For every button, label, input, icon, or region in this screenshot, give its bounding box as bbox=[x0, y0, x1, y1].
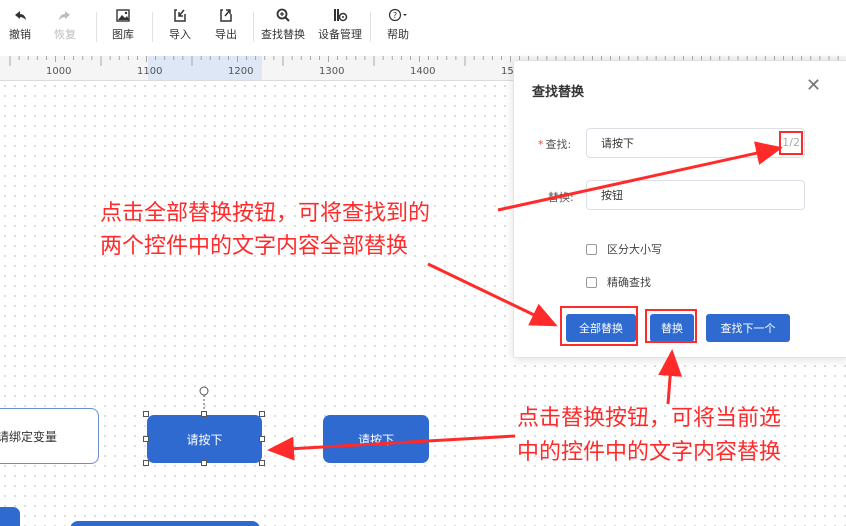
ruler-label: 1000 bbox=[46, 66, 72, 77]
toolbar-divider bbox=[370, 12, 371, 42]
case-sensitive-label: 区分大小写 bbox=[607, 243, 662, 256]
ruler-label: 1400 bbox=[410, 66, 436, 77]
annotation-replace-line2: 中的控件中的文字内容替换 bbox=[517, 440, 782, 465]
replace-highlight-box bbox=[645, 309, 697, 343]
svg-text:?: ? bbox=[393, 11, 397, 20]
required-marker: * bbox=[538, 138, 544, 151]
resize-handle[interactable] bbox=[143, 460, 149, 466]
dialog-title: 查找替换 bbox=[532, 85, 585, 100]
replace-label: 替换: bbox=[548, 191, 574, 204]
import-icon bbox=[174, 9, 186, 22]
match-count-highlight-box bbox=[779, 131, 803, 155]
undo-label: 撤销 bbox=[9, 28, 31, 41]
replace-all-highlight-box bbox=[560, 306, 638, 346]
device-management-label: 设备管理 bbox=[318, 28, 362, 41]
ruler-label: 1100 bbox=[137, 66, 163, 77]
redo-button[interactable]: 恢复 bbox=[51, 6, 79, 42]
exact-match-checkbox[interactable]: 精确查找 bbox=[586, 274, 651, 290]
replace-input-value: 按钮 bbox=[601, 189, 623, 202]
resize-handle[interactable] bbox=[259, 460, 265, 466]
resize-handle[interactable] bbox=[143, 436, 149, 442]
redo-icon bbox=[59, 11, 70, 20]
export-icon bbox=[220, 9, 232, 22]
image-library-label: 图库 bbox=[112, 28, 134, 41]
checkbox-box bbox=[586, 243, 597, 255]
annotation-replace-line1: 点击替换按钮，可将当前选 bbox=[517, 406, 782, 431]
find-replace-icon bbox=[276, 8, 290, 22]
find-replace-label: 查找替换 bbox=[261, 28, 305, 41]
undo-button[interactable]: 撤销 bbox=[6, 6, 34, 42]
annotation-replace-all-line2: 两个控件中的文字内容全部替换 bbox=[100, 234, 409, 259]
exact-match-label: 精确查找 bbox=[607, 276, 651, 289]
device-management-icon bbox=[334, 9, 348, 22]
resize-handle[interactable] bbox=[259, 411, 265, 417]
image-library-button[interactable]: 图库 bbox=[109, 6, 137, 42]
ruler-label: 15 bbox=[501, 66, 514, 77]
ruler-label: 1200 bbox=[228, 66, 254, 77]
resize-handle[interactable] bbox=[143, 411, 149, 417]
bind-variable-widget[interactable]: 请绑定变量 bbox=[0, 408, 99, 464]
import-label: 导入 bbox=[169, 28, 191, 41]
checkbox-box bbox=[586, 276, 597, 288]
device-management-button[interactable]: 设备管理 bbox=[317, 6, 363, 42]
export-button[interactable]: 导出 bbox=[212, 6, 240, 42]
bind-variable-label: 请绑定变量 bbox=[0, 429, 58, 444]
button-widget-label: 请按下 bbox=[357, 432, 394, 447]
selected-button-widget[interactable]: 请按下 bbox=[147, 415, 262, 463]
import-button[interactable]: 导入 bbox=[166, 6, 194, 42]
help-label: 帮助 bbox=[387, 28, 409, 41]
annotation-replace-all-line1: 点击全部替换按钮，可将查找到的 bbox=[100, 201, 431, 226]
help-icon: ? bbox=[388, 8, 407, 22]
toolbar-divider bbox=[96, 12, 97, 42]
case-sensitive-checkbox[interactable]: 区分大小写 bbox=[586, 241, 662, 257]
toolbar-divider bbox=[152, 12, 153, 42]
find-label: 查找: bbox=[545, 138, 572, 151]
rotate-handle[interactable] bbox=[196, 384, 212, 414]
resize-handle[interactable] bbox=[259, 436, 265, 442]
partial-widget[interactable] bbox=[70, 521, 260, 526]
toolbar-divider bbox=[253, 12, 254, 42]
find-input-value: 请按下 bbox=[601, 137, 634, 150]
find-replace-button[interactable]: 查找替换 bbox=[260, 6, 306, 42]
find-input[interactable]: 请按下 1/2 bbox=[586, 128, 805, 158]
export-label: 导出 bbox=[215, 28, 237, 41]
image-library-icon bbox=[116, 9, 130, 22]
close-icon[interactable]: ✕ bbox=[806, 75, 821, 96]
replace-input[interactable]: 按钮 bbox=[586, 180, 805, 210]
ruler-label: 1300 bbox=[319, 66, 345, 77]
undo-icon bbox=[15, 11, 26, 20]
find-label-wrap: * 查找: bbox=[538, 136, 571, 152]
redo-label: 恢复 bbox=[54, 28, 76, 41]
help-button[interactable]: ? 帮助 bbox=[384, 6, 412, 42]
button-widget[interactable]: 请按下 bbox=[323, 415, 429, 463]
find-next-button[interactable]: 查找下一个 bbox=[706, 314, 790, 342]
partial-widget[interactable] bbox=[0, 507, 20, 526]
toolbar: 撤销 恢复 图库 导入 导出 查找替换 设备管理 ? 帮助 bbox=[0, 0, 846, 57]
selected-button-label: 请按下 bbox=[186, 432, 223, 447]
resize-handle[interactable] bbox=[201, 460, 207, 466]
